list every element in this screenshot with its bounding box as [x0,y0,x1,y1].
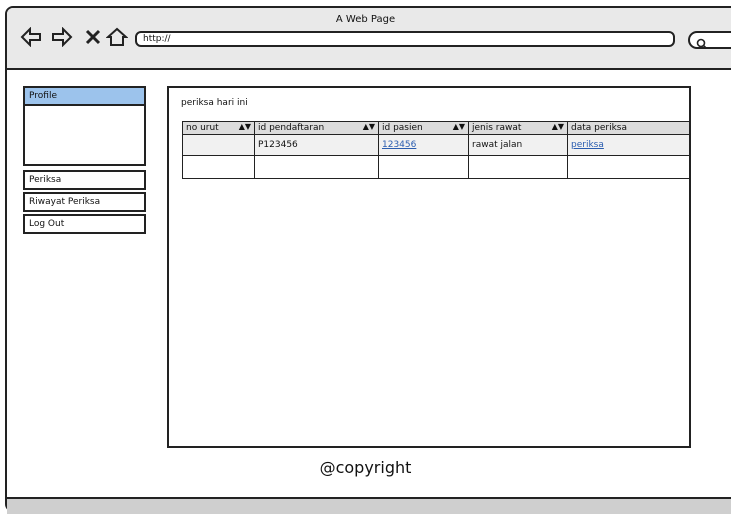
table-cell: periksa [567,134,690,156]
profile-panel [23,106,146,166]
table-cell [182,134,255,156]
arrow-right-icon[interactable] [51,26,73,51]
table-cell [567,155,690,179]
footer-copyright: @copyright [319,458,412,477]
column-header-data-periksa: data periksa [567,121,690,135]
table-cell: 123456 [378,134,469,156]
table-cell: rawat jalan [468,134,568,156]
table-cell [468,155,568,179]
column-header-id-pasien[interactable]: id pasien ▲▼ [378,121,469,135]
search-box[interactable] [688,31,731,50]
sidebar-item-profile[interactable]: Profile [23,86,146,106]
sidebar: Profile Periksa Riwayat Periksa Log Out [23,86,146,236]
periksa-link[interactable]: periksa [571,140,604,150]
column-header-jenis-rawat[interactable]: jenis rawat ▲▼ [468,121,568,135]
table-cell [378,155,469,179]
table-cell [254,155,379,179]
sidebar-item-log-out[interactable]: Log Out [23,214,146,234]
sidebar-item-riwayat-periksa[interactable]: Riwayat Periksa [23,192,146,212]
column-label: jenis rawat [472,123,522,133]
column-label: id pasien [382,123,423,133]
column-label: id pendaftaran [258,123,325,133]
window-title: A Web Page [335,14,396,25]
sort-icon[interactable]: ▲▼ [239,122,251,131]
column-label: no urut [186,123,219,133]
column-header-no-urut[interactable]: no urut ▲▼ [182,121,255,135]
search-icon [696,35,708,54]
column-header-id-pendaftaran[interactable]: id pendaftaran ▲▼ [254,121,379,135]
main-panel: periksa hari ini no urut ▲▼ id pendaftar… [167,86,691,448]
periksa-table: no urut ▲▼ id pendaftaran ▲▼ id pasien ▲… [182,121,690,179]
patient-id-link[interactable]: 123456 [382,140,416,150]
close-icon[interactable] [84,27,102,51]
status-bar [7,497,731,514]
table-row [182,155,690,179]
url-bar[interactable]: http:// [135,31,675,47]
column-label: data periksa [571,123,627,133]
table-cell [182,155,255,179]
sort-icon[interactable]: ▲▼ [453,122,465,131]
table-header-row: no urut ▲▼ id pendaftaran ▲▼ id pasien ▲… [182,121,690,135]
sidebar-item-periksa[interactable]: Periksa [23,170,146,190]
page-title: periksa hari ini [181,98,248,108]
table-cell: P123456 [254,134,379,156]
home-icon[interactable] [105,27,129,51]
arrow-left-icon[interactable] [20,26,42,51]
table-row: P123456 123456 rawat jalan periksa [182,134,690,156]
sort-icon[interactable]: ▲▼ [363,122,375,131]
sort-icon[interactable]: ▲▼ [552,122,564,131]
